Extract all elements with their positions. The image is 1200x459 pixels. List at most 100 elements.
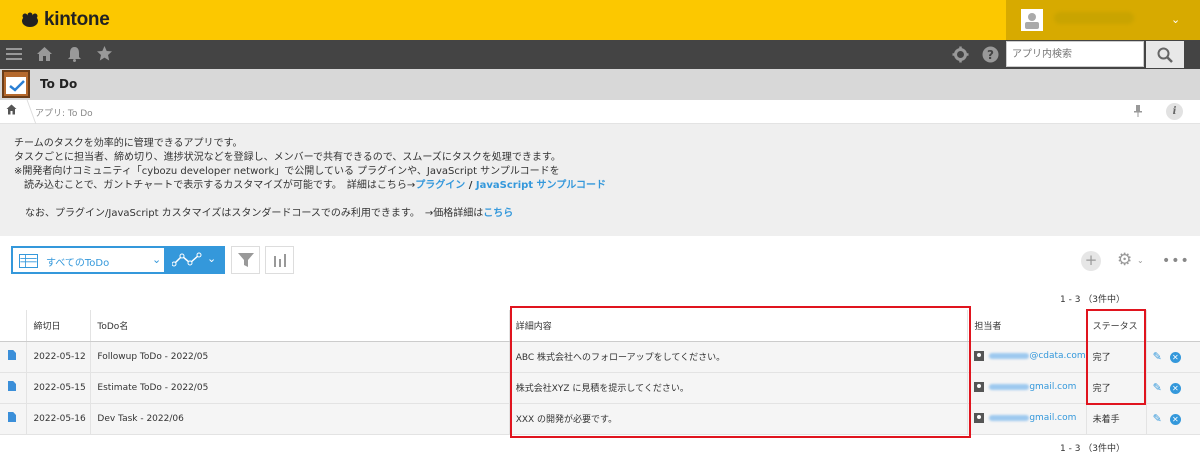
record-detail-link[interactable] — [0, 341, 28, 373]
record-detail-link[interactable] — [0, 372, 28, 404]
kintone-logo[interactable]: kintone — [20, 9, 110, 31]
filter-button[interactable] — [231, 246, 260, 274]
svg-text:?: ? — [987, 48, 994, 62]
description-line: ※開発者向けコミュニティ「cybozu developer network」で公… — [14, 166, 560, 177]
document-icon — [8, 412, 16, 422]
pager-bottom: 1 - 3 （3件中） — [1060, 444, 1126, 454]
assignee-cell: gmail.com — [967, 372, 1087, 404]
pencil-icon[interactable]: ✎ — [1153, 350, 1162, 363]
chevron-down-icon: ⌄ — [207, 252, 217, 265]
avatar — [1021, 9, 1043, 31]
view-selector[interactable]: すべてのToDo ⌄ — [11, 246, 166, 274]
row-actions: ✎ ✕ — [1146, 372, 1200, 404]
chevron-down-icon: ⌄ — [1171, 13, 1181, 26]
delete-icon[interactable]: ✕ — [1169, 352, 1181, 363]
detail-cell: XXX の開発が必要です。 — [509, 403, 969, 435]
status-cell: 完了 — [1086, 372, 1147, 404]
record-detail-link[interactable] — [0, 403, 28, 435]
description-line: 読み込むことで、ガントチャートで表示するカスタマイズが可能です。 詳細はこちら→… — [14, 179, 1186, 193]
view-selector-label: すべてのToDo — [46, 258, 110, 269]
app-search-input[interactable] — [1006, 41, 1144, 67]
detail-cell: 株式会社XYZ に見積を提示してください。 — [509, 372, 969, 404]
assignee-cell: @cdata.com — [967, 341, 1087, 373]
top-header: kintone ⌄ — [0, 0, 1200, 40]
todo-name-cell: Followup ToDo - 2022/05 — [90, 341, 510, 373]
status-cell: 完了 — [1086, 341, 1147, 373]
assignee-link[interactable]: gmail.com — [1029, 382, 1076, 392]
document-icon — [8, 350, 16, 360]
delete-icon[interactable]: ✕ — [1169, 414, 1181, 425]
user-icon — [974, 413, 985, 424]
home-icon[interactable] — [36, 46, 53, 62]
pencil-icon[interactable]: ✎ — [1153, 412, 1162, 425]
email-blurred — [989, 415, 1030, 422]
bell-icon[interactable] — [67, 46, 82, 62]
gear-icon[interactable] — [952, 46, 969, 63]
assignee-link[interactable]: gmail.com — [1029, 413, 1076, 423]
detail-cell: ABC 株式会社へのフォローアップをしてください。 — [509, 341, 969, 373]
home-icon[interactable] — [6, 104, 17, 115]
breadcrumb: アプリ: To Do — [0, 100, 1200, 124]
column-header[interactable]: 担当者 — [967, 310, 1087, 342]
pager-top: 1 - 3 （3件中） — [1060, 295, 1126, 305]
app-icon — [2, 70, 30, 98]
search-button[interactable] — [1146, 41, 1184, 68]
search-icon — [1157, 47, 1173, 63]
description-line: チームのタスクを効率的に管理できるアプリです。 — [14, 138, 243, 149]
js-sample-link[interactable]: JavaScript サンプルコード — [476, 180, 606, 191]
price-link[interactable]: こちら — [483, 208, 513, 219]
chevron-down-icon: ⌄ — [1137, 256, 1144, 265]
row-actions: ✎ ✕ — [1146, 403, 1200, 435]
user-menu[interactable]: ⌄ — [1006, 0, 1200, 40]
breadcrumb-separator — [17, 100, 37, 124]
bar-chart-icon — [274, 254, 286, 267]
chart-button[interactable] — [265, 246, 294, 274]
breadcrumb-app-link[interactable]: アプリ: To Do — [35, 106, 93, 119]
app-title: To Do — [40, 77, 78, 91]
description-line: なお、プラグイン/JavaScript カスタマイズはスタンダードコースでのみ利… — [14, 207, 1186, 221]
todo-name-cell: Dev Task - 2022/06 — [90, 403, 510, 435]
user-icon — [974, 382, 985, 393]
info-icon[interactable]: i — [1166, 103, 1183, 120]
app-title-bar — [0, 69, 1200, 100]
assignee-link[interactable]: @cdata.com — [1029, 351, 1085, 361]
description-text: なお、プラグイン/JavaScript カスタマイズはスタンダードコースでのみ利… — [25, 208, 484, 219]
checkmark-icon — [9, 80, 25, 92]
star-icon[interactable] — [96, 45, 113, 62]
table-row[interactable]: 2022-05-15 Estimate ToDo - 2022/05 株式会社X… — [0, 372, 1200, 404]
description-line: タスクごとに担当者、締め切り、進捗状況などを登録し、メンバーで共有できるので、ス… — [14, 152, 561, 163]
add-record-button[interactable]: + — [1081, 251, 1101, 271]
header-icon-col — [0, 310, 28, 342]
more-options-icon[interactable]: ••• — [1162, 253, 1190, 269]
due-date-cell: 2022-05-15 — [26, 372, 92, 404]
chevron-down-icon: ⌄ — [152, 253, 162, 266]
column-header[interactable]: ToDo名 — [90, 310, 510, 342]
graph-view-button[interactable]: ⌄ — [166, 246, 225, 274]
column-header[interactable]: 締切日 — [26, 310, 92, 342]
row-actions: ✎ ✕ — [1146, 341, 1200, 373]
email-blurred — [989, 353, 1030, 360]
header-actions-col — [1146, 310, 1200, 342]
brand-name: kintone — [44, 9, 110, 30]
delete-icon[interactable]: ✕ — [1169, 383, 1181, 394]
user-name-blurred — [1054, 12, 1134, 24]
column-header[interactable]: 詳細内容 — [509, 310, 969, 342]
table-row[interactable]: 2022-05-12 Followup ToDo - 2022/05 ABC 株… — [0, 341, 1200, 373]
link-separator: / — [465, 180, 476, 191]
status-cell: 未着手 — [1086, 403, 1147, 435]
gear-icon[interactable]: ⚙ — [1117, 250, 1132, 270]
pencil-icon[interactable]: ✎ — [1153, 381, 1162, 394]
document-icon — [8, 381, 16, 391]
due-date-cell: 2022-05-16 — [26, 403, 92, 435]
column-header[interactable]: ステータス — [1086, 310, 1147, 342]
pin-icon[interactable] — [1133, 105, 1143, 117]
records-table: 締切日 ToDo名 詳細内容 担当者 ステータス 2022-05-12 Foll… — [0, 310, 1200, 435]
user-icon — [974, 351, 985, 362]
table-row[interactable]: 2022-05-16 Dev Task - 2022/06 XXX の開発が必要… — [0, 403, 1200, 435]
help-icon[interactable]: ? — [982, 46, 999, 63]
description-text: 読み込むことで、ガントチャートで表示するカスタマイズが可能です。 詳細はこちら→ — [24, 180, 416, 191]
menu-icon[interactable] — [6, 46, 22, 62]
plugin-link[interactable]: プラグイン — [415, 180, 465, 191]
assignee-cell: gmail.com — [967, 403, 1087, 435]
graph-icon — [172, 252, 202, 267]
